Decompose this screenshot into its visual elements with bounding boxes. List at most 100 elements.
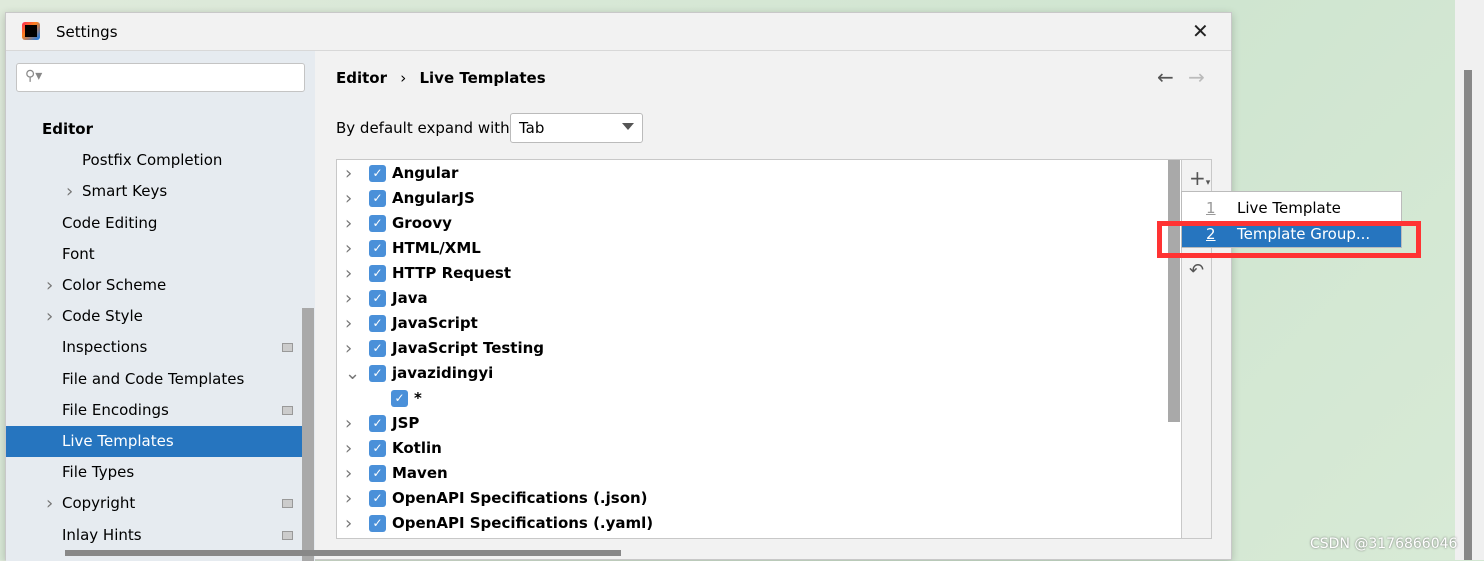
checkbox[interactable]: ✓ xyxy=(369,240,386,257)
sidebar-item-postfix-completion[interactable]: Postfix Completion xyxy=(6,145,302,176)
sidebar-item-file-encodings[interactable]: File Encodings xyxy=(6,395,302,426)
sidebar-item-label: Inlay Hints xyxy=(62,525,142,544)
template-group-label: OpenAPI Specifications (.yaml) xyxy=(392,514,654,532)
checkbox[interactable]: ✓ xyxy=(369,490,386,507)
forward-arrow-icon[interactable]: → xyxy=(1188,65,1205,89)
chevron-right-icon[interactable]: › xyxy=(46,270,53,301)
template-group-row[interactable]: › ✓ JavaScript Testing xyxy=(337,336,1167,361)
template-group-row[interactable]: › ✓ OpenAPI Specifications (.json) xyxy=(337,486,1167,511)
template-group-row[interactable]: ⌄ ✓ javazidingyi xyxy=(337,361,1167,386)
template-group-label: AngularJS xyxy=(392,189,475,207)
menu-label: Live Template xyxy=(1237,199,1341,217)
template-group-row[interactable]: › ✓ Maven xyxy=(337,461,1167,486)
chevron-right-icon[interactable]: › xyxy=(345,511,352,536)
checkbox[interactable]: ✓ xyxy=(369,215,386,232)
chevron-down-icon[interactable]: ⌄ xyxy=(345,361,360,386)
annotation-highlight-box xyxy=(1157,221,1421,258)
chevron-right-icon[interactable]: › xyxy=(345,336,352,361)
template-group-label: OpenAPI Specifications (.json) xyxy=(392,489,648,507)
template-group-row[interactable]: › ✓ HTML/XML xyxy=(337,236,1167,261)
title-bar: Settings ✕ xyxy=(6,13,1231,51)
sidebar-item-inspections[interactable]: Inspections xyxy=(6,332,302,363)
expand-value: Tab xyxy=(519,119,545,137)
sidebar-item-inlay-hints[interactable]: Inlay Hints xyxy=(6,520,302,551)
chevron-right-icon[interactable]: › xyxy=(66,176,73,207)
sidebar-item-color-scheme[interactable]: › Color Scheme xyxy=(6,270,302,301)
chevron-right-icon[interactable]: › xyxy=(345,311,352,336)
history-nav: ← → xyxy=(1157,65,1205,89)
checkbox[interactable]: ✓ xyxy=(369,465,386,482)
template-group-label: Groovy xyxy=(392,214,452,232)
chevron-right-icon[interactable]: › xyxy=(345,211,352,236)
sidebar-item-editor[interactable]: Editor xyxy=(6,114,302,145)
project-scope-icon xyxy=(282,405,293,415)
search-input[interactable]: ⚲▾ xyxy=(16,63,305,92)
chevron-right-icon[interactable]: › xyxy=(46,488,53,519)
chevron-right-icon[interactable]: › xyxy=(345,161,352,186)
chevron-right-icon[interactable]: › xyxy=(345,286,352,311)
checkbox[interactable]: ✓ xyxy=(369,440,386,457)
template-group-row[interactable]: › ✓ JavaScript xyxy=(337,311,1167,336)
horizontal-scrollbar[interactable] xyxy=(65,550,621,556)
sidebar-item-font[interactable]: Font xyxy=(6,239,302,270)
sidebar-item-label: Smart Keys xyxy=(82,182,168,201)
chevron-right-icon[interactable]: › xyxy=(345,436,352,461)
sidebar-item-label: Color Scheme xyxy=(62,276,167,294)
template-group-label: javazidingyi xyxy=(392,364,494,382)
checkbox[interactable]: ✓ xyxy=(369,290,386,307)
chevron-right-icon[interactable]: › xyxy=(345,461,352,486)
checkbox[interactable]: ✓ xyxy=(369,340,386,357)
checkbox[interactable]: ✓ xyxy=(369,165,386,182)
restore-icon[interactable]: ↶ xyxy=(1189,260,1204,281)
settings-dialog: Settings ✕ ⚲▾ Editor Postfix Completion › S… xyxy=(5,12,1232,561)
template-group-row[interactable]: ✓ * xyxy=(337,386,1167,411)
project-scope-icon xyxy=(282,530,293,540)
checkbox[interactable]: ✓ xyxy=(369,315,386,332)
sidebar-item-file-types[interactable]: File Types xyxy=(6,457,302,488)
sidebar-item-code-style[interactable]: › Code Style xyxy=(6,301,302,332)
checkbox[interactable]: ✓ xyxy=(369,265,386,282)
add-icon[interactable]: +▾ xyxy=(1189,166,1210,190)
template-group-row[interactable]: › ✓ Kotlin xyxy=(337,436,1167,461)
sidebar-item-label: Live Templates xyxy=(62,432,174,450)
chevron-right-icon[interactable]: › xyxy=(345,411,352,436)
chevron-right-icon[interactable]: › xyxy=(46,301,53,332)
template-group-label: HTTP Request xyxy=(392,264,511,282)
close-button[interactable]: ✕ xyxy=(1192,19,1209,43)
menu-item-live-template[interactable]: 1 Live Template xyxy=(1182,196,1401,221)
template-group-row[interactable]: › ✓ AngularJS xyxy=(337,186,1167,211)
checkbox[interactable]: ✓ xyxy=(369,415,386,432)
template-group-row[interactable]: › ✓ JSP xyxy=(337,411,1167,436)
sidebar-item-code-editing[interactable]: Code Editing xyxy=(6,208,302,239)
back-arrow-icon[interactable]: ← xyxy=(1157,65,1174,89)
breadcrumb-parent[interactable]: Editor xyxy=(336,69,387,87)
checkbox[interactable]: ✓ xyxy=(369,190,386,207)
settings-sidebar: ⚲▾ Editor Postfix Completion › Smart Keys Co… xyxy=(6,51,315,561)
sidebar-item-live-templates[interactable]: Live Templates xyxy=(6,426,302,457)
template-group-row[interactable]: › ✓ Java xyxy=(337,286,1167,311)
tree-scrollbar[interactable] xyxy=(1168,160,1180,422)
sidebar-scrollbar[interactable] xyxy=(302,308,314,561)
chevron-right-icon[interactable]: › xyxy=(345,261,352,286)
background-scrollbar[interactable] xyxy=(1464,70,1472,560)
chevron-right-icon[interactable]: › xyxy=(345,486,352,511)
sidebar-item-smart-keys[interactable]: › Smart Keys xyxy=(6,176,302,207)
template-group-row[interactable]: › ✓ Groovy xyxy=(337,211,1167,236)
checkbox[interactable]: ✓ xyxy=(369,515,386,532)
sidebar-item-label: Code Style xyxy=(62,307,143,326)
chevron-right-icon[interactable]: › xyxy=(345,236,352,261)
sidebar-item-copyright[interactable]: › Copyright xyxy=(6,488,302,519)
sidebar-item-label: Editor xyxy=(42,120,93,138)
template-group-row[interactable]: › ✓ HTTP Request xyxy=(337,261,1167,286)
checkbox[interactable]: ✓ xyxy=(391,390,408,407)
expand-label: By default expand with xyxy=(336,119,510,137)
template-group-row[interactable]: › ✓ Angular xyxy=(337,161,1167,186)
sidebar-item-label: Code Editing xyxy=(62,213,158,232)
chevron-right-icon[interactable]: › xyxy=(345,186,352,211)
sidebar-item-label: Copyright xyxy=(62,494,136,513)
sidebar-item-file-and-code-templates[interactable]: File and Code Templates xyxy=(6,364,302,395)
expand-dropdown[interactable]: Tab xyxy=(510,113,643,143)
checkbox[interactable]: ✓ xyxy=(369,365,386,382)
template-group-row[interactable]: › ✓ OpenAPI Specifications (.yaml) xyxy=(337,511,1167,536)
window-title: Settings xyxy=(56,23,118,41)
